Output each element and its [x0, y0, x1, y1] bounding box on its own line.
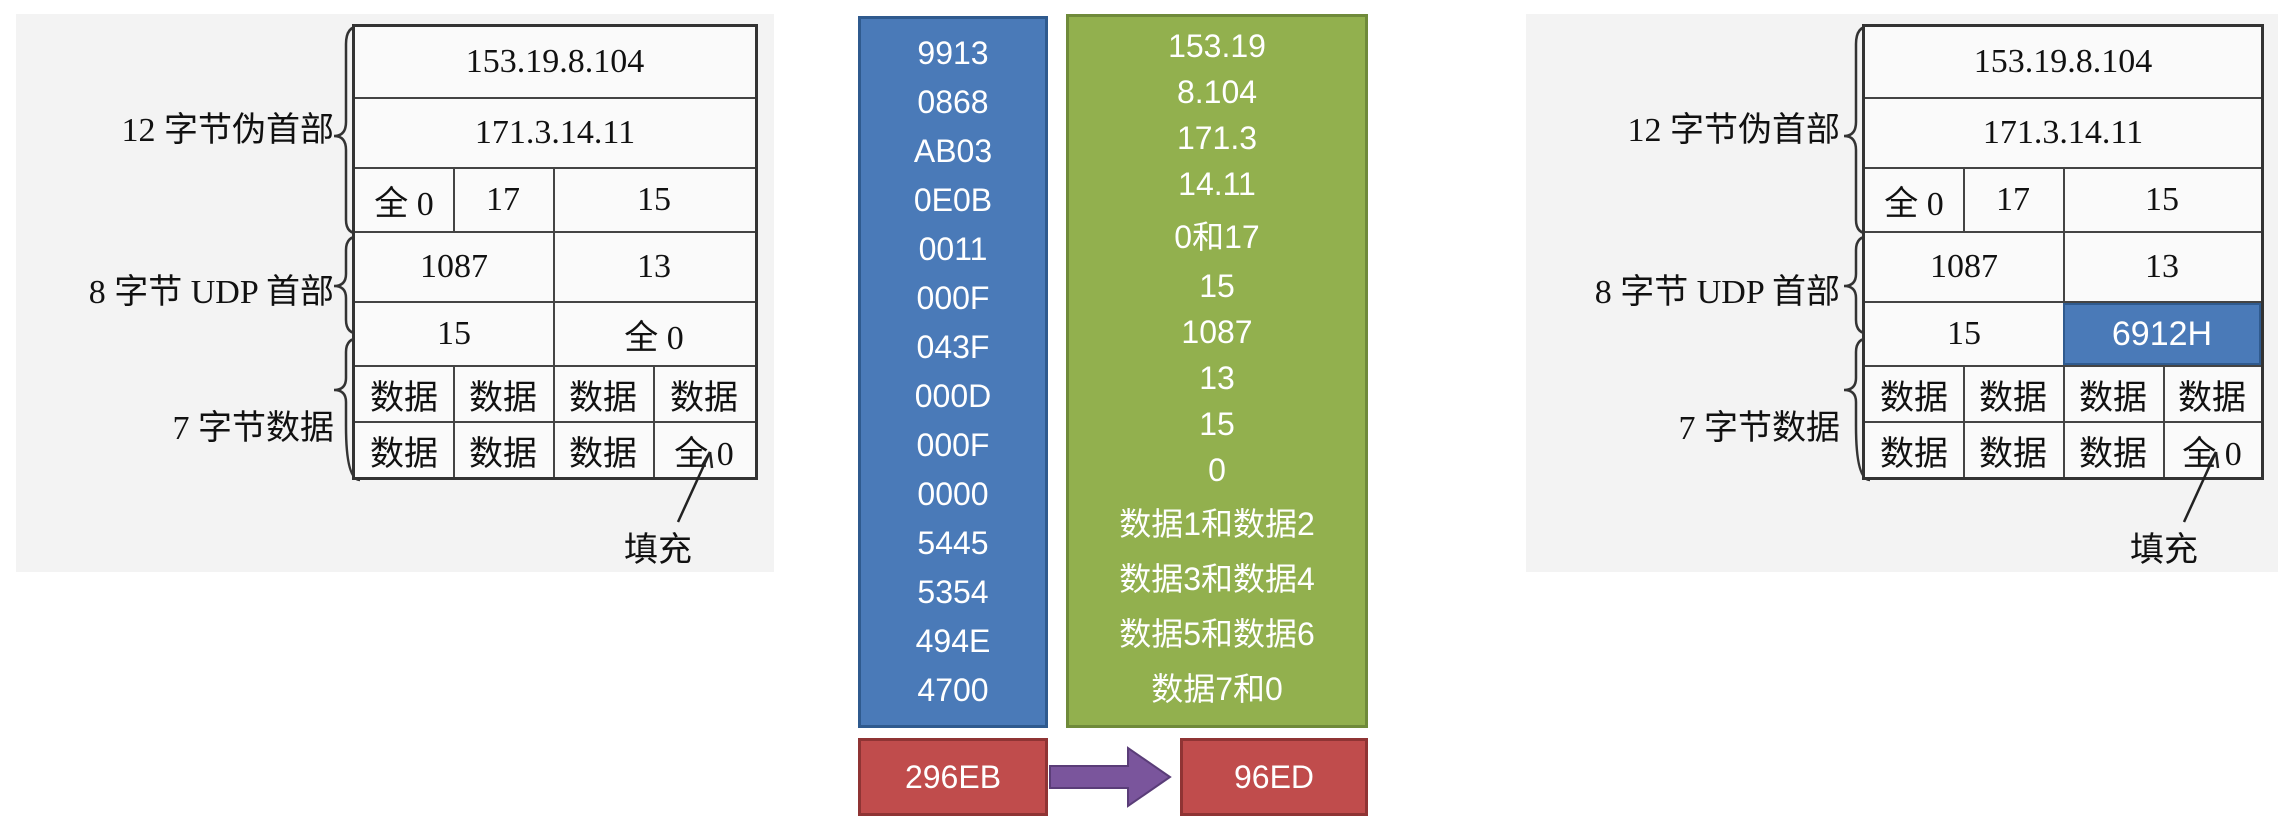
decimal-value: 数据7和0 — [1151, 671, 1283, 708]
hex-word: 043F — [916, 329, 990, 365]
pseudo-header-label: 12 字节伪首部 — [1627, 112, 1841, 149]
src-port-field: 1087 — [420, 248, 488, 285]
padding-label: 填充 — [2130, 532, 2198, 569]
protocol-field: 17 — [486, 181, 520, 218]
data-cell: 数据 — [370, 435, 438, 473]
data-cell: 数据 — [1979, 379, 2047, 417]
protocol-field: 17 — [1996, 181, 2030, 218]
data-cell: 数据 — [1880, 379, 1948, 417]
left-diagram-panel: 12 字节伪首部 8 字节 UDP 首部 7 字节数据 153.19.8.104… — [16, 14, 774, 572]
decimal-value-column: 153.19 8.104 171.3 14.11 0和17 15 1087 13 15 0 数据1和… — [1066, 14, 1368, 728]
hex-word: 0868 — [917, 84, 989, 120]
hex-word: 0E0B — [913, 182, 993, 218]
length-checksum-row: 15 全 0 — [355, 303, 755, 367]
data-cell: 数据 — [569, 435, 637, 473]
udp-length-pseudo-field: 15 — [2145, 181, 2179, 218]
fold-arrow — [1049, 746, 1172, 808]
decimal-value: 数据1和数据2 — [1119, 505, 1315, 542]
dst-port-field: 13 — [637, 248, 671, 285]
dst-ip-row: 171.3.14.11 — [1865, 99, 2261, 169]
data-cell: 数据 — [370, 379, 438, 417]
data-cell: 数据 — [2079, 435, 2147, 473]
folded-sum-box: 96ED — [1180, 738, 1368, 816]
hex-word: AB03 — [913, 133, 993, 169]
src-ip-value: 153.19.8.104 — [465, 43, 645, 80]
udp-header-label: 8 字节 UDP 首部 — [88, 274, 334, 311]
proto-row: 全 0 17 15 — [1865, 169, 2261, 233]
hex-word: 000F — [916, 427, 990, 463]
right-pad-pointer — [2182, 451, 2220, 523]
hex-word: 000F — [916, 280, 990, 316]
dst-ip-value: 171.3.14.11 — [474, 114, 636, 151]
hex-word: 5445 — [917, 525, 989, 561]
hex-word: 494E — [915, 623, 991, 659]
zero-field: 全 0 — [1884, 185, 1944, 223]
decimal-value: 8.104 — [1176, 73, 1258, 110]
hex-word: 0000 — [917, 476, 989, 512]
right-diagram-panel: 12 字节伪首部 8 字节 UDP 首部 7 字节数据 153.19.8.104… — [1526, 14, 2278, 572]
data-label: 7 字节数据 — [172, 410, 335, 447]
src-ip-row: 153.19.8.104 — [1865, 27, 2261, 99]
dst-ip-row: 171.3.14.11 — [355, 99, 755, 169]
src-ip-row: 153.19.8.104 — [355, 27, 755, 99]
left-pad-pointer — [676, 451, 714, 523]
left-packet-table: 153.19.8.104 171.3.14.11 全 0 17 15 1087 … — [352, 24, 758, 480]
decimal-value: 171.3 — [1176, 120, 1258, 156]
src-ip-value: 153.19.8.104 — [1973, 43, 2153, 80]
decimal-value: 13 — [1199, 360, 1235, 397]
ports-row: 1087 13 — [355, 233, 755, 303]
checksum-result-field: 6912H — [2063, 303, 2261, 365]
raw-sum-box: 296EB — [858, 738, 1048, 816]
data-row-1: 数据 数据 数据 数据 — [355, 367, 755, 423]
data-cell: 数据 — [1979, 435, 2047, 473]
ports-row: 1087 13 — [1865, 233, 2261, 303]
hex-word: 5354 — [917, 574, 989, 610]
hex-word: 4700 — [917, 672, 989, 708]
data-cell: 数据 — [469, 379, 537, 417]
udp-header-label: 8 字节 UDP 首部 — [1594, 274, 1840, 311]
decimal-value: 0 — [1208, 452, 1226, 489]
src-port-field: 1087 — [1930, 248, 1998, 285]
decimal-value: 数据3和数据4 — [1119, 560, 1315, 597]
length-checksum-row: 15 6912H — [1865, 303, 2261, 367]
hex-word-column: 9913 0868 AB03 0E0B 0011 000F 043F 000D 000F 0000… — [858, 16, 1048, 728]
decimal-value: 153.19 — [1168, 27, 1266, 64]
data-cell: 数据 — [1880, 435, 1948, 473]
decimal-value: 15 — [1199, 406, 1235, 443]
udp-length-field: 15 — [1947, 315, 1981, 352]
data-cell: 数据 — [2178, 379, 2246, 417]
right-packet-table: 153.19.8.104 171.3.14.11 全 0 17 15 1087 … — [1862, 24, 2264, 480]
dst-ip-value: 171.3.14.11 — [1982, 114, 2144, 151]
dst-port-field: 13 — [2145, 248, 2179, 285]
data-cell: 数据 — [469, 435, 537, 473]
udp-length-field: 15 — [437, 315, 471, 352]
hex-word: 9913 — [917, 35, 989, 71]
decimal-value: 0和17 — [1174, 219, 1260, 256]
hex-word: 000D — [914, 378, 992, 414]
data-label: 7 字节数据 — [1678, 410, 1841, 447]
udp-length-pseudo-field: 15 — [637, 181, 671, 218]
checksum-field: 全 0 — [624, 319, 684, 357]
decimal-value: 数据5和数据6 — [1119, 616, 1315, 653]
decimal-value: 1087 — [1181, 313, 1253, 350]
zero-field: 全 0 — [374, 185, 434, 223]
data-row-1: 数据 数据 数据 数据 — [1865, 367, 2261, 423]
data-cell: 数据 — [569, 379, 637, 417]
decimal-value: 15 — [1199, 267, 1235, 304]
proto-row: 全 0 17 15 — [355, 169, 755, 233]
padding-label: 填充 — [624, 532, 692, 569]
data-cell: 数据 — [2079, 379, 2147, 417]
decimal-value: 14.11 — [1178, 166, 1256, 203]
pseudo-header-label: 12 字节伪首部 — [121, 112, 335, 149]
data-cell: 数据 — [670, 379, 738, 417]
hex-word: 0011 — [918, 231, 988, 267]
